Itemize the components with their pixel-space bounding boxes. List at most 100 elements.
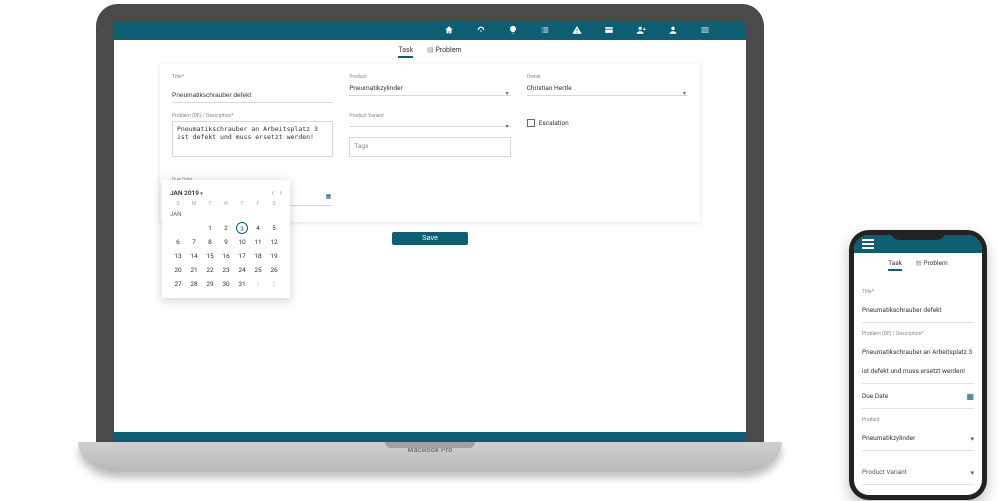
calendar-day[interactable]: 10 [234, 236, 250, 248]
calendar-day-next[interactable]: 2 [266, 278, 282, 290]
calendar-prev-icon[interactable]: ‹ [272, 188, 274, 197]
bulb-icon[interactable] [508, 25, 518, 38]
calendar-grid: SMTWTFSJAN 12345678910111213141516171819… [170, 201, 282, 290]
tab-task[interactable]: Task [888, 259, 902, 271]
calendar-day[interactable]: 14 [186, 250, 202, 262]
calendar-day-next[interactable]: 1 [250, 278, 266, 290]
desc-field[interactable]: Problem (DE) / Description* Pneumatiksch… [862, 325, 974, 384]
laptop-frame: Task ▤ Problem Title* Product Pneumatikz… [96, 4, 764, 444]
variant-field[interactable]: Product Variant ▾ [862, 453, 974, 485]
product-label: Product [862, 417, 974, 423]
chevron-down-icon: ▾ [506, 123, 509, 130]
escalation-label: Escalation [539, 119, 569, 127]
calendar-weekday: M [186, 201, 202, 207]
calendar-day[interactable]: 31 [234, 278, 250, 290]
save-button[interactable]: Save [392, 232, 468, 245]
calendar-weekday: T [234, 201, 250, 207]
title-label: Title* [172, 74, 333, 80]
product-value: Pneumatikzylinder [862, 434, 915, 442]
calendar-day[interactable]: 23 [218, 264, 234, 276]
calendar-month-label: JAN [170, 209, 282, 220]
tags-field[interactable]: Tags [862, 487, 974, 495]
owner-select[interactable]: Christian Hertle [527, 82, 688, 96]
calendar-day[interactable]: 30 [218, 278, 234, 290]
problem-icon: ▤ [916, 259, 922, 267]
product-select[interactable]: Pneumatikzylinder [349, 82, 510, 96]
chevron-down-icon: ▾ [970, 469, 974, 477]
tab-task[interactable]: Task [398, 46, 413, 58]
calendar-day[interactable]: 2 [218, 222, 234, 234]
tab-problem[interactable]: ▤ Problem [916, 259, 948, 267]
calendar-day[interactable]: 7 [186, 236, 202, 248]
menu-icon[interactable] [862, 239, 874, 249]
tab-problem[interactable]: ▤ Problem [427, 46, 462, 54]
laptop-device: Task ▤ Problem Title* Product Pneumatikz… [78, 0, 782, 501]
chevron-down-icon: ▾ [506, 90, 509, 97]
calendar-day[interactable]: 25 [250, 264, 266, 276]
chevron-down-icon: ▾ [683, 90, 686, 97]
escalation-wrap: Escalation [527, 113, 688, 161]
title-field-wrap: Title* [172, 74, 333, 103]
calendar-day[interactable]: 29 [202, 278, 218, 290]
product-label: Product [349, 74, 510, 80]
user-icon[interactable] [668, 25, 678, 38]
product-field[interactable]: Product Pneumatikzylinder ▾ [862, 411, 974, 451]
owner-field-wrap: Owner Christian Hertle ▾ [527, 74, 688, 103]
tab-problem-label: Problem [923, 259, 947, 267]
owner-label: Owner [527, 74, 688, 80]
menu-icon[interactable] [700, 25, 710, 38]
calendar-day[interactable]: 27 [170, 278, 186, 290]
calendar-day[interactable]: 6 [170, 236, 186, 248]
variant-label: Product Variant [349, 113, 510, 119]
calendar-icon[interactable]: ▦ [326, 193, 332, 200]
calendar-day[interactable]: 20 [170, 264, 186, 276]
phone-form: Title* Pneumatikschrauber defekt Problem… [854, 277, 982, 495]
desc-label: Problem (DE) / Description* [862, 331, 974, 337]
calendar-day[interactable]: 28 [186, 278, 202, 290]
warning-icon[interactable] [572, 25, 582, 38]
dashboard-icon[interactable] [476, 25, 486, 38]
duedate-field[interactable]: Due Date ▦ [862, 386, 974, 409]
calendar-day[interactable]: 5 [266, 222, 282, 234]
desc-field-wrap: Problem (DE) / Description* Pneumatiksch… [172, 113, 333, 161]
card-icon[interactable] [604, 25, 614, 38]
calendar-next-icon[interactable]: › [280, 188, 282, 197]
calendar-day[interactable]: 4 [250, 222, 266, 234]
tags-input[interactable]: Tags [349, 137, 510, 157]
title-label: Title* [862, 289, 974, 295]
problem-icon: ▤ [427, 46, 434, 54]
calendar-day[interactable]: 16 [218, 250, 234, 262]
checkbox-icon [527, 119, 535, 127]
user-add-icon[interactable] [636, 25, 646, 38]
calendar-day[interactable]: 17 [234, 250, 250, 262]
calendar-icon[interactable]: ▦ [966, 392, 974, 401]
calendar-day[interactable]: 1 [202, 222, 218, 234]
escalation-checkbox[interactable]: Escalation [527, 119, 688, 127]
desc-input[interactable]: Pneumatikschrauber an Arbeitsplatz 3 ist… [172, 121, 333, 157]
top-nav [114, 22, 746, 40]
calendar-title[interactable]: JAN 2019 [170, 189, 203, 197]
variant-label: Product Variant [862, 468, 907, 476]
calendar-day[interactable]: 21 [186, 264, 202, 276]
list-icon[interactable] [540, 25, 550, 38]
home-icon[interactable] [444, 25, 454, 38]
calendar-day[interactable]: 15 [202, 250, 218, 262]
desc-label: Problem (DE) / Description* [172, 113, 333, 119]
laptop-base: MacBook Pro [78, 442, 782, 472]
calendar-day[interactable]: 11 [250, 236, 266, 248]
calendar-day[interactable]: 12 [266, 236, 282, 248]
phone-screen: Task ▤ Problem Title* Pneumatikschrauber… [854, 235, 982, 495]
title-input[interactable] [172, 90, 333, 103]
calendar-day[interactable]: 24 [234, 264, 250, 276]
calendar-day[interactable]: 8 [202, 236, 218, 248]
title-field[interactable]: Title* Pneumatikschrauber defekt [862, 283, 974, 323]
calendar-day[interactable]: 19 [266, 250, 282, 262]
variant-select[interactable] [349, 121, 510, 127]
calendar-day[interactable]: 22 [202, 264, 218, 276]
calendar-day[interactable]: 18 [250, 250, 266, 262]
calendar-day[interactable]: 13 [170, 250, 186, 262]
calendar-day[interactable]: 3 [236, 222, 248, 234]
variant-tags-wrap: Product Variant ▾ Tags [349, 113, 510, 161]
calendar-day[interactable]: 26 [266, 264, 282, 276]
calendar-day[interactable]: 9 [218, 236, 234, 248]
